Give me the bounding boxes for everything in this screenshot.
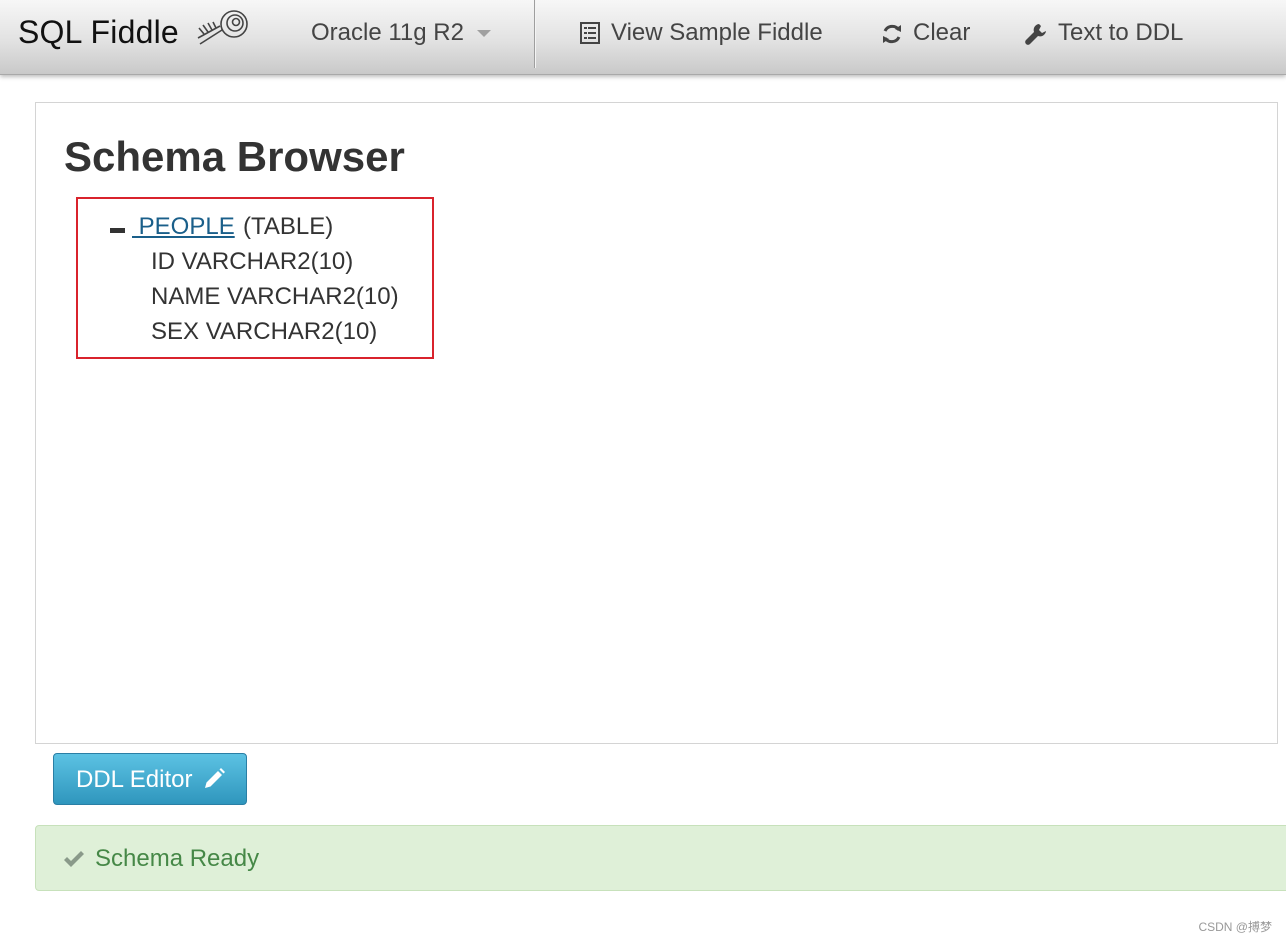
clear-button[interactable]: Clear <box>880 19 975 49</box>
list-icon <box>580 22 600 44</box>
wrench-icon <box>1025 24 1046 45</box>
collapse-icon[interactable] <box>110 228 125 233</box>
top-navbar: SQL Fiddle Oracle 11g R2 View Sample Fid… <box>0 0 1286 75</box>
pencil-icon <box>205 768 225 788</box>
watermark: CSDN @搏梦 <box>1198 920 1272 934</box>
clear-label: Clear <box>913 19 971 46</box>
text-to-ddl-button[interactable]: Text to DDL <box>1024 19 1189 49</box>
table-link-people[interactable]: PEOPLE <box>132 213 235 241</box>
view-sample-fiddle-button[interactable]: View Sample Fiddle <box>580 19 830 49</box>
column-item: NAME VARCHAR2(10) <box>151 283 399 310</box>
chevron-down-icon[interactable] <box>477 30 491 37</box>
brand-title[interactable]: SQL Fiddle <box>18 14 179 51</box>
column-item: ID VARCHAR2(10) <box>151 248 354 275</box>
status-alert: Schema Ready <box>35 825 1286 891</box>
check-icon <box>64 851 84 867</box>
ddl-editor-label: DDL Editor <box>76 766 193 793</box>
view-sample-fiddle-label: View Sample Fiddle <box>611 19 823 46</box>
ddl-editor-button[interactable]: DDL Editor <box>53 753 247 805</box>
navbar-divider <box>534 0 535 68</box>
fiddle-logo-icon <box>190 8 250 53</box>
status-message: Schema Ready <box>95 845 260 872</box>
database-select[interactable]: Oracle 11g R2 <box>311 19 464 47</box>
page-title: Schema Browser <box>64 133 405 180</box>
column-item: SEX VARCHAR2(10) <box>151 318 378 345</box>
refresh-icon <box>883 24 901 44</box>
schema-browser-panel: Schema Browser PEOPLE (TABLE) ID VARCHAR… <box>35 102 1278 744</box>
table-type-label: (TABLE) <box>243 213 334 240</box>
text-to-ddl-label: Text to DDL <box>1058 19 1184 46</box>
